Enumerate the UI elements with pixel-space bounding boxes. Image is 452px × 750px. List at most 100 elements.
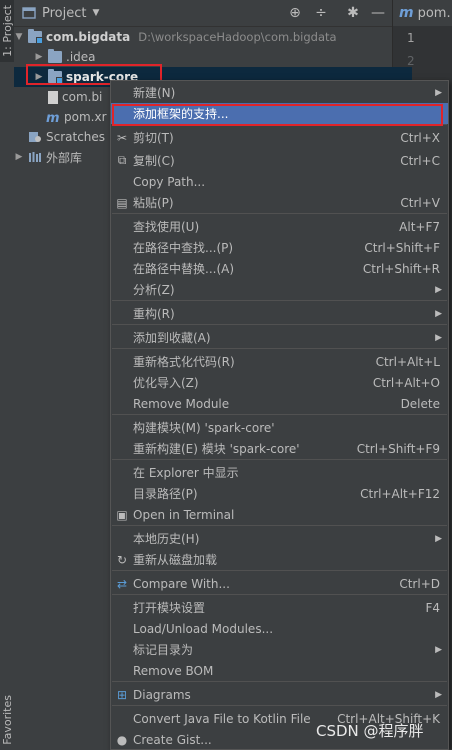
menu-item-label: Open in Terminal [133, 507, 235, 522]
paste-icon: ▤ [116, 195, 128, 210]
menu-item-shortcut: Ctrl+D [399, 576, 440, 591]
submenu-arrow-icon: ▶ [435, 332, 442, 343]
menu-item-label: Copy Path... [133, 174, 206, 189]
menu-item-16[interactable]: 重新构建(E) 模块 'spark-core' Ctrl+Shift+F9 [111, 438, 448, 459]
project-tool-tab-label: 1: Project [0, 5, 14, 57]
line-number: 1 [407, 31, 415, 45]
submenu-arrow-icon: ▶ [435, 689, 442, 700]
menu-item-27[interactable]: ⊞ Diagrams ▶ [111, 684, 448, 705]
menu-separator [112, 681, 447, 682]
compare-icon: ⇄ [116, 576, 128, 591]
menu-item-shortcut: Ctrl+C [400, 153, 440, 168]
chevron-down-icon[interactable]: ▼ [92, 8, 99, 18]
menu-separator [112, 525, 447, 526]
menu-item-label: Compare With... [133, 576, 230, 591]
locate-icon[interactable]: ⊕ [286, 4, 304, 22]
tree-root-label: com.bigdata [46, 30, 131, 44]
menu-item-label: 复制(C) [133, 154, 175, 168]
menu-separator [112, 348, 447, 349]
menu-item-label: Diagrams [133, 687, 191, 702]
tree-node-label: 外部库 [46, 150, 83, 165]
menu-item-23[interactable]: 打开模块设置 F4 [111, 597, 448, 618]
collapse-all-icon[interactable]: ÷ [312, 4, 330, 22]
menu-item-label: 本地历史(H) [133, 532, 200, 546]
submenu-arrow-icon: ▶ [435, 533, 442, 544]
menu-item-label: 重新格式化代码(R) [133, 355, 235, 369]
menu-item-label: 重新构建(E) 模块 'spark-core' [133, 442, 300, 456]
menu-item-17[interactable]: 在 Explorer 中显示 [111, 462, 448, 483]
minimize-icon[interactable]: — [369, 4, 387, 22]
menu-separator [112, 705, 447, 706]
menu-separator [112, 300, 447, 301]
menu-item-shortcut: Delete [400, 396, 440, 411]
maven-icon: m [399, 5, 414, 21]
menu-item-label: Load/Unload Modules... [133, 621, 274, 636]
collapse-arrow-icon[interactable]: ▶ [34, 52, 44, 62]
reload-icon: ↻ [116, 552, 128, 567]
menu-item-20[interactable]: 本地历史(H) ▶ [111, 528, 448, 549]
menu-item-12[interactable]: 重新格式化代码(R) Ctrl+Alt+L [111, 351, 448, 372]
editor-tab[interactable]: m pom. [392, 0, 452, 26]
menu-item-shortcut: Alt+F7 [399, 219, 440, 234]
menu-item-label: 剪切(T) [133, 131, 174, 145]
menu-item-6[interactable]: 查找使用(U) Alt+F7 [111, 216, 448, 237]
menu-item-label: 优化导入(Z) [133, 376, 199, 390]
menu-item-13[interactable]: 优化导入(Z) Ctrl+Alt+O [111, 372, 448, 393]
menu-item-11[interactable]: 添加到收藏(A) ▶ [111, 327, 448, 348]
menu-item-0[interactable]: 新建(N) ▶ [111, 82, 448, 103]
menu-item-19[interactable]: ▣ Open in Terminal [111, 504, 448, 525]
expand-arrow-icon[interactable]: ▼ [14, 32, 24, 42]
tree-node-label: pom.xr [64, 110, 107, 124]
menu-item-5[interactable]: ▤ 粘贴(P) Ctrl+V [111, 192, 448, 213]
submenu-arrow-icon: ▶ [435, 87, 442, 98]
menu-item-label: 在路径中替换...(A) [133, 262, 235, 276]
favorites-tool-tab[interactable]: Favorites [0, 690, 14, 749]
menu-item-15[interactable]: 构建模块(M) 'spark-core' [111, 417, 448, 438]
menu-separator [112, 324, 447, 325]
menu-item-shortcut: Ctrl+Alt+L [375, 354, 440, 369]
menu-separator [112, 594, 447, 595]
menu-item-22[interactable]: ⇄ Compare With... Ctrl+D [111, 573, 448, 594]
maven-icon: m [46, 111, 60, 126]
project-view-title[interactable]: Project [42, 6, 86, 21]
cut-icon: ✂ [116, 130, 128, 145]
menu-item-label: 添加到收藏(A) [133, 331, 211, 345]
project-view-icon [22, 7, 36, 19]
menu-item-label: 粘贴(P) [133, 196, 174, 210]
menu-item-25[interactable]: 标记目录为 ▶ [111, 639, 448, 660]
menu-item-label: 标记目录为 [133, 643, 194, 657]
watermark: CSDN @程序胖 [316, 722, 424, 740]
menu-item-14[interactable]: Remove Module Delete [111, 393, 448, 414]
tree-root-node[interactable]: ▼ com.bigdata D:\workspaceHadoop\com.big… [14, 27, 392, 47]
menu-item-10[interactable]: 重构(R) ▶ [111, 303, 448, 324]
menu-item-9[interactable]: 分析(Z) ▶ [111, 279, 448, 300]
highlight-box [112, 104, 443, 126]
folder-icon [48, 49, 62, 63]
menu-item-24[interactable]: Load/Unload Modules... [111, 618, 448, 639]
menu-item-21[interactable]: ↻ 重新从磁盘加载 [111, 549, 448, 570]
menu-item-18[interactable]: 目录路径(P) Ctrl+Alt+F12 [111, 483, 448, 504]
menu-item-label: Convert Java File to Kotlin File [133, 711, 311, 726]
copy-icon: ⧉ [117, 153, 127, 167]
menu-item-shortcut: Ctrl+V [400, 195, 440, 210]
menu-item-26[interactable]: Remove BOM [111, 660, 448, 681]
menu-item-4[interactable]: Copy Path... [111, 171, 448, 192]
menu-item-7[interactable]: 在路径中查找...(P) Ctrl+Shift+F [111, 237, 448, 258]
menu-item-3[interactable]: ⧉ 复制(C) Ctrl+C [111, 150, 448, 171]
tree-node-label: Scratches [46, 130, 106, 144]
menu-item-label: 在 Explorer 中显示 [133, 466, 239, 480]
project-tool-tab[interactable]: 1: Project [0, 0, 14, 62]
menu-item-label: Create Gist... [133, 732, 212, 747]
tree-node-label: com.bi [62, 90, 103, 104]
terminal-icon: ▣ [116, 507, 128, 522]
menu-item-label: Remove Module [133, 396, 230, 411]
gear-icon[interactable]: ✱ [344, 4, 362, 22]
submenu-arrow-icon: ▶ [435, 284, 442, 295]
menu-item-2[interactable]: ✂ 剪切(T) Ctrl+X [111, 127, 448, 148]
tool-window-strip: 1: Project Favorites [0, 0, 15, 749]
diagrams-icon: ⊞ [116, 687, 128, 702]
menu-item-label: 在路径中查找...(P) [133, 241, 234, 255]
menu-item-label: 查找使用(U) [133, 220, 200, 234]
collapse-arrow-icon[interactable]: ▶ [14, 152, 24, 162]
menu-item-8[interactable]: 在路径中替换...(A) Ctrl+Shift+R [111, 258, 448, 279]
